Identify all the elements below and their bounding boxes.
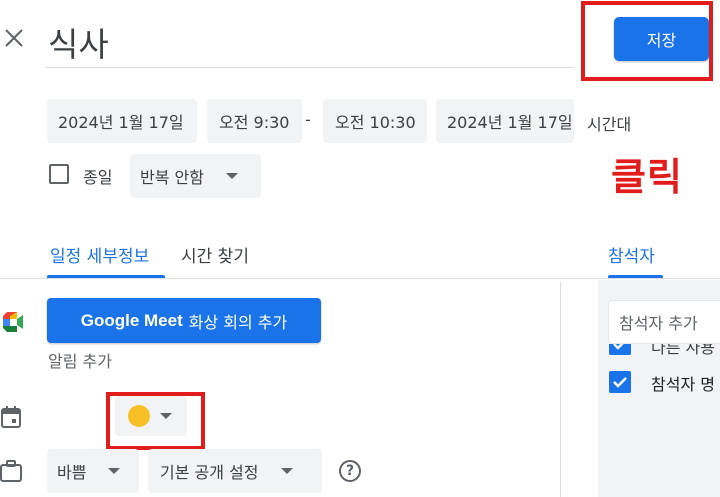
close-icon[interactable] [2,26,26,50]
meet-suffix-text: 화상 회의 추가 [188,312,288,332]
tab-guests[interactable]: 참석자 [608,242,655,267]
meet-brand-text: Google Meet [80,310,183,330]
end-date-selector[interactable]: 2024년 1월 17일 [436,99,574,143]
add-guest-placeholder: 참석자 추가 [619,314,698,333]
availability-value: 바쁨 [57,463,87,482]
end-time-text: 오전 10:30 [335,113,416,132]
event-title-text: 식사 [48,25,109,64]
briefcase-icon [0,459,22,483]
guest-option-label: 참석자 명 [651,375,715,394]
add-google-meet-button[interactable]: Google Meet 화상 회의 추가 [47,298,321,343]
chevron-down-icon [108,468,121,474]
check-icon [609,371,631,393]
start-time-selector[interactable]: 오전 9:30 [207,99,302,143]
allday-label: 종일 [83,168,113,187]
allday-checkbox[interactable] [49,164,69,184]
start-time-text: 오전 9:30 [219,113,290,132]
add-notification-link[interactable]: 알림 추가 [48,348,112,372]
google-meet-icon [1,310,25,334]
add-guest-input[interactable]: 참석자 추가 [608,300,720,344]
start-date-text: 2024년 1월 17일 [58,113,184,132]
availability-dropdown[interactable]: 바쁨 [47,449,139,493]
time-separator: - [305,110,311,129]
end-time-selector[interactable]: 오전 10:30 [323,99,427,143]
tab-find-time[interactable]: 시간 찾기 [181,242,249,267]
annotation-click-label: 클릭 [611,155,683,199]
end-date-text: 2024년 1월 17일 [447,113,573,132]
timezone-button[interactable]: 시간대 [587,111,631,135]
visibility-value: 기본 공개 설정 [160,463,259,482]
event-title-input[interactable]: 식사 [46,14,574,68]
details-scroll-divider [560,282,561,497]
repeat-value: 반복 안함 [140,168,204,187]
start-date-selector[interactable]: 2024년 1월 17일 [47,99,197,143]
chevron-down-icon [225,173,238,179]
tabs-divider [0,278,720,279]
chevron-down-icon [280,468,293,474]
guest-option-row[interactable]: 참석자 명 [608,369,720,395]
help-icon[interactable]: ? [339,460,361,482]
tab-event-details[interactable]: 일정 세부정보 [50,242,149,267]
visibility-dropdown[interactable]: 기본 공개 설정 [148,449,322,493]
calendar-icon [0,405,22,429]
annotation-highlight-color [106,392,205,450]
repeat-dropdown[interactable]: 반복 안함 [130,154,261,198]
annotation-highlight-save [581,1,713,81]
guest-option-label: 다른 사용 [651,344,715,356]
